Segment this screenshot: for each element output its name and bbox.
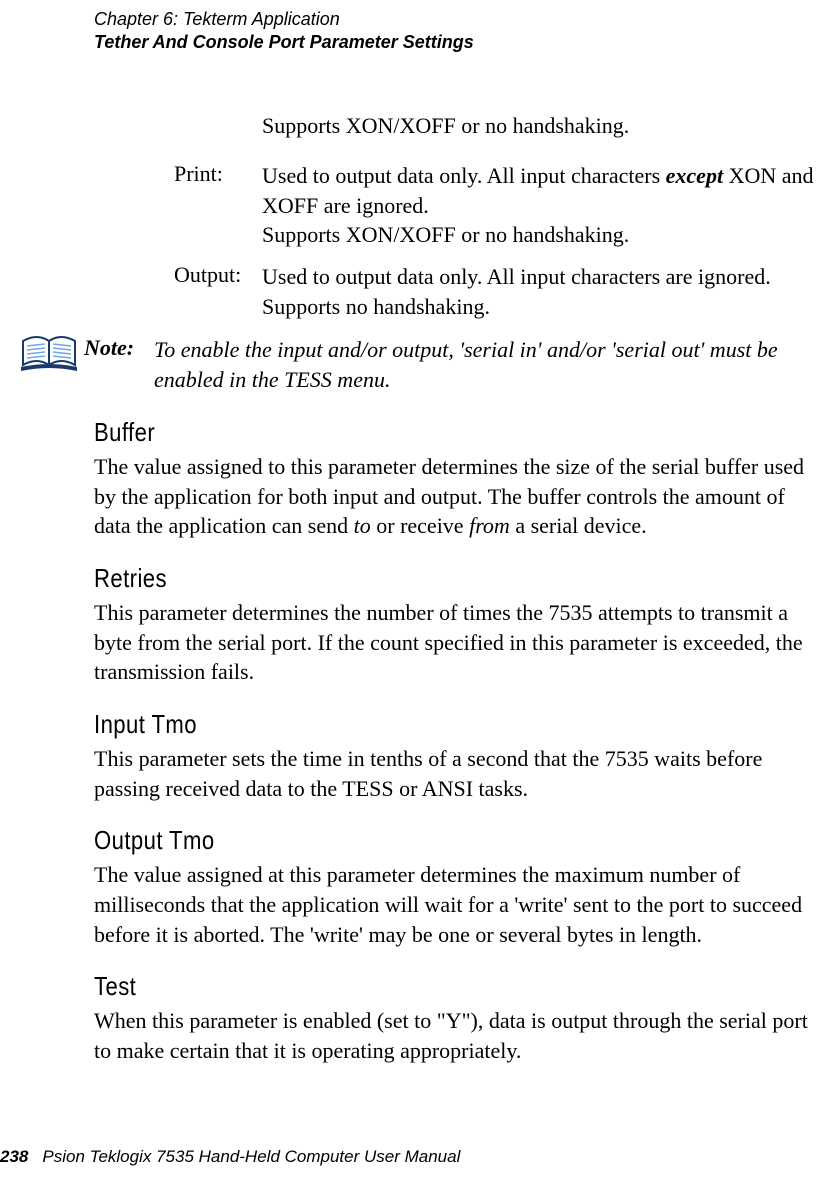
heading-retries: Retries — [94, 563, 709, 594]
note-label: Note: — [84, 333, 154, 394]
heading-buffer: Buffer — [94, 417, 709, 448]
def-print-body: Used to output data only. All input char… — [262, 161, 818, 250]
para-retries: This parameter determines the number of … — [94, 598, 818, 687]
heading-input-tmo: Input Tmo — [94, 709, 709, 740]
def-print: Print: Used to output data only. All inp… — [174, 161, 818, 250]
chapter-line: Chapter 6: Tekterm Application — [94, 8, 818, 31]
def-output-label: Output: — [174, 262, 262, 321]
para-input-tmo: This parameter sets the time in tenths o… — [94, 744, 818, 803]
def-output: Output: Used to output data only. All in… — [174, 262, 818, 321]
def-print-label: Print: — [174, 161, 262, 250]
def-output-body: Used to output data only. All input char… — [262, 262, 771, 321]
heading-output-tmo: Output Tmo — [94, 825, 709, 856]
running-header: Chapter 6: Tekterm Application Tether An… — [94, 0, 818, 53]
heading-test: Test — [94, 971, 709, 1002]
note-block: Note: To enable the input and/or output,… — [14, 333, 818, 394]
para-buffer: The value assigned to this parameter det… — [94, 452, 818, 541]
manual-title: Psion Teklogix 7535 Hand-Held Computer U… — [42, 1147, 460, 1166]
section-line: Tether And Console Port Parameter Settin… — [94, 31, 818, 54]
note-text: To enable the input and/or output, 'seri… — [154, 333, 818, 394]
page-number: 238 — [0, 1147, 28, 1166]
para-test: When this parameter is enabled (set to "… — [94, 1006, 818, 1065]
book-icon — [14, 333, 84, 394]
prelude-line: Supports XON/XOFF or no handshaking. — [262, 113, 818, 139]
para-output-tmo: The value assigned at this parameter det… — [94, 860, 818, 949]
page-footer: 238 Psion Teklogix 7535 Hand-Held Compute… — [0, 1147, 460, 1167]
